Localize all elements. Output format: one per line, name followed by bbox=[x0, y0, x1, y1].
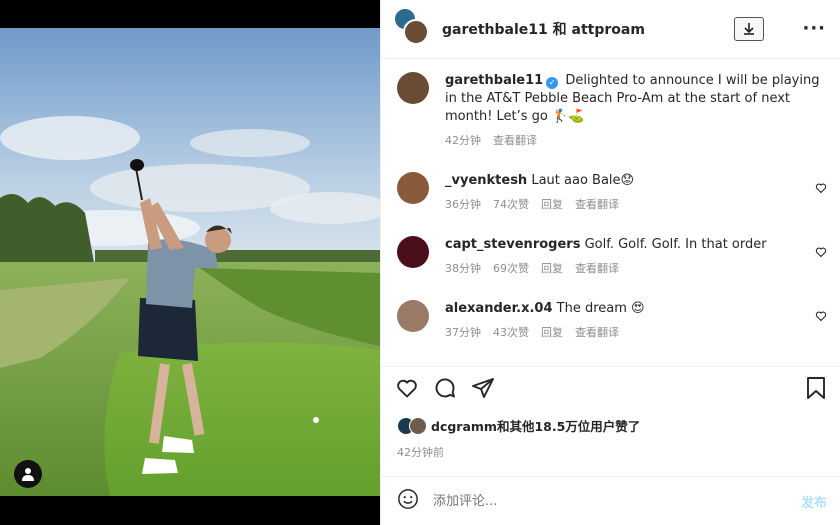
comment-text: Golf. Golf. Golf. In that order bbox=[584, 237, 767, 252]
emoji-icon bbox=[398, 489, 418, 509]
header-avatars[interactable] bbox=[393, 7, 429, 45]
comment-item: _vyenktesh Laut aao Bale😟 36分钟 74次赞 回复 查… bbox=[397, 172, 827, 214]
heart-outline-icon bbox=[815, 311, 827, 322]
save-button[interactable] bbox=[805, 376, 827, 400]
comment-avatar[interactable] bbox=[397, 236, 429, 268]
comment-reply-link[interactable]: 回复 bbox=[541, 260, 563, 278]
verified-badge-icon: ✓ bbox=[546, 77, 559, 89]
comment-username[interactable]: _vyenktesh bbox=[445, 173, 527, 188]
comment-like-button[interactable] bbox=[815, 310, 827, 326]
golf-photo-image bbox=[0, 28, 380, 496]
post-header: garethbale11 和 attproam ··· bbox=[381, 0, 840, 59]
header-title[interactable]: garethbale11 和 attproam bbox=[442, 19, 734, 39]
comment-text: Laut aao Bale😟 bbox=[531, 173, 635, 188]
post-media[interactable] bbox=[0, 0, 380, 525]
like-button[interactable] bbox=[395, 376, 419, 400]
comment-reply-link[interactable]: 回复 bbox=[541, 324, 563, 342]
comment-text: The dream 😍 bbox=[556, 301, 645, 316]
comment-time[interactable]: 38分钟 bbox=[445, 260, 481, 278]
comment-item: capt_stevenrogers Golf. Golf. Golf. In t… bbox=[397, 236, 827, 278]
heart-outline-icon bbox=[815, 183, 827, 194]
comment-meta: 36分钟 74次赞 回复 查看翻译 bbox=[445, 196, 827, 214]
share-button[interactable] bbox=[471, 376, 495, 400]
comment-item: alexander.x.04 The dream 😍 37分钟 43次赞 回复 … bbox=[397, 300, 827, 342]
avatar-garethbale11[interactable] bbox=[397, 72, 429, 104]
avatar-garethbale11[interactable] bbox=[403, 19, 429, 45]
download-button[interactable] bbox=[734, 17, 765, 41]
comment-avatar[interactable] bbox=[397, 300, 429, 332]
comment-username[interactable]: capt_stevenrogers bbox=[445, 237, 580, 252]
user-tag-icon bbox=[22, 468, 34, 481]
comment-icon bbox=[435, 378, 455, 397]
comment-like-button[interactable] bbox=[815, 246, 827, 262]
comment-time[interactable]: 36分钟 bbox=[445, 196, 481, 214]
post-details-panel: garethbale11 和 attproam ··· garethbale11… bbox=[380, 0, 840, 525]
comment-likes[interactable]: 43次赞 bbox=[493, 324, 529, 342]
more-options-button[interactable]: ··· bbox=[802, 20, 826, 38]
comment-time[interactable]: 37分钟 bbox=[445, 324, 481, 342]
caption-translate-link[interactable]: 查看翻译 bbox=[493, 132, 537, 150]
comment-meta: 37分钟 43次赞 回复 查看翻译 bbox=[445, 324, 827, 342]
comment-like-button[interactable] bbox=[815, 182, 827, 198]
caption: garethbale11 ✓ Delighted to announce I wi… bbox=[397, 72, 827, 150]
comment-translate-link[interactable]: 查看翻译 bbox=[575, 196, 619, 214]
caption-username[interactable]: garethbale11 bbox=[445, 73, 543, 88]
action-bar bbox=[381, 366, 840, 408]
liker-avatar bbox=[409, 416, 427, 435]
comment-meta: 38分钟 69次赞 回复 查看翻译 bbox=[445, 260, 827, 278]
add-comment-bar: 发布 bbox=[381, 476, 840, 525]
bookmark-icon bbox=[807, 376, 825, 399]
caption-meta: 42分钟 查看翻译 bbox=[445, 132, 827, 150]
comment-button[interactable] bbox=[433, 376, 457, 400]
post-dialog: garethbale11 和 attproam ··· garethbale11… bbox=[0, 0, 840, 525]
download-icon bbox=[744, 23, 755, 35]
caption-time[interactable]: 42分钟 bbox=[445, 132, 481, 150]
emoji-button[interactable] bbox=[397, 488, 419, 514]
comment-username[interactable]: alexander.x.04 bbox=[445, 301, 553, 316]
comment-likes[interactable]: 74次赞 bbox=[493, 196, 529, 214]
comments-list[interactable]: garethbale11 ✓ Delighted to announce I wi… bbox=[381, 60, 840, 366]
comment-input[interactable] bbox=[433, 493, 801, 509]
post-timestamp[interactable]: 42分钟前 bbox=[397, 444, 444, 460]
heart-icon bbox=[397, 379, 417, 397]
golf-photo bbox=[0, 28, 380, 496]
heart-outline-icon bbox=[815, 247, 827, 258]
user-tag-button[interactable] bbox=[14, 460, 42, 488]
comment-translate-link[interactable]: 查看翻译 bbox=[575, 260, 619, 278]
likes-summary[interactable]: dcgramm和其他18.5万位用户赞了 bbox=[397, 416, 640, 435]
comment-avatar[interactable] bbox=[397, 172, 429, 204]
share-icon bbox=[472, 377, 494, 398]
more-horizontal-icon: ··· bbox=[802, 18, 826, 39]
comment-reply-link[interactable]: 回复 bbox=[541, 196, 563, 214]
comment-likes[interactable]: 69次赞 bbox=[493, 260, 529, 278]
comment-translate-link[interactable]: 查看翻译 bbox=[575, 324, 619, 342]
post-comment-button[interactable]: 发布 bbox=[801, 492, 827, 511]
likes-text[interactable]: dcgramm和其他18.5万位用户赞了 bbox=[431, 416, 640, 435]
